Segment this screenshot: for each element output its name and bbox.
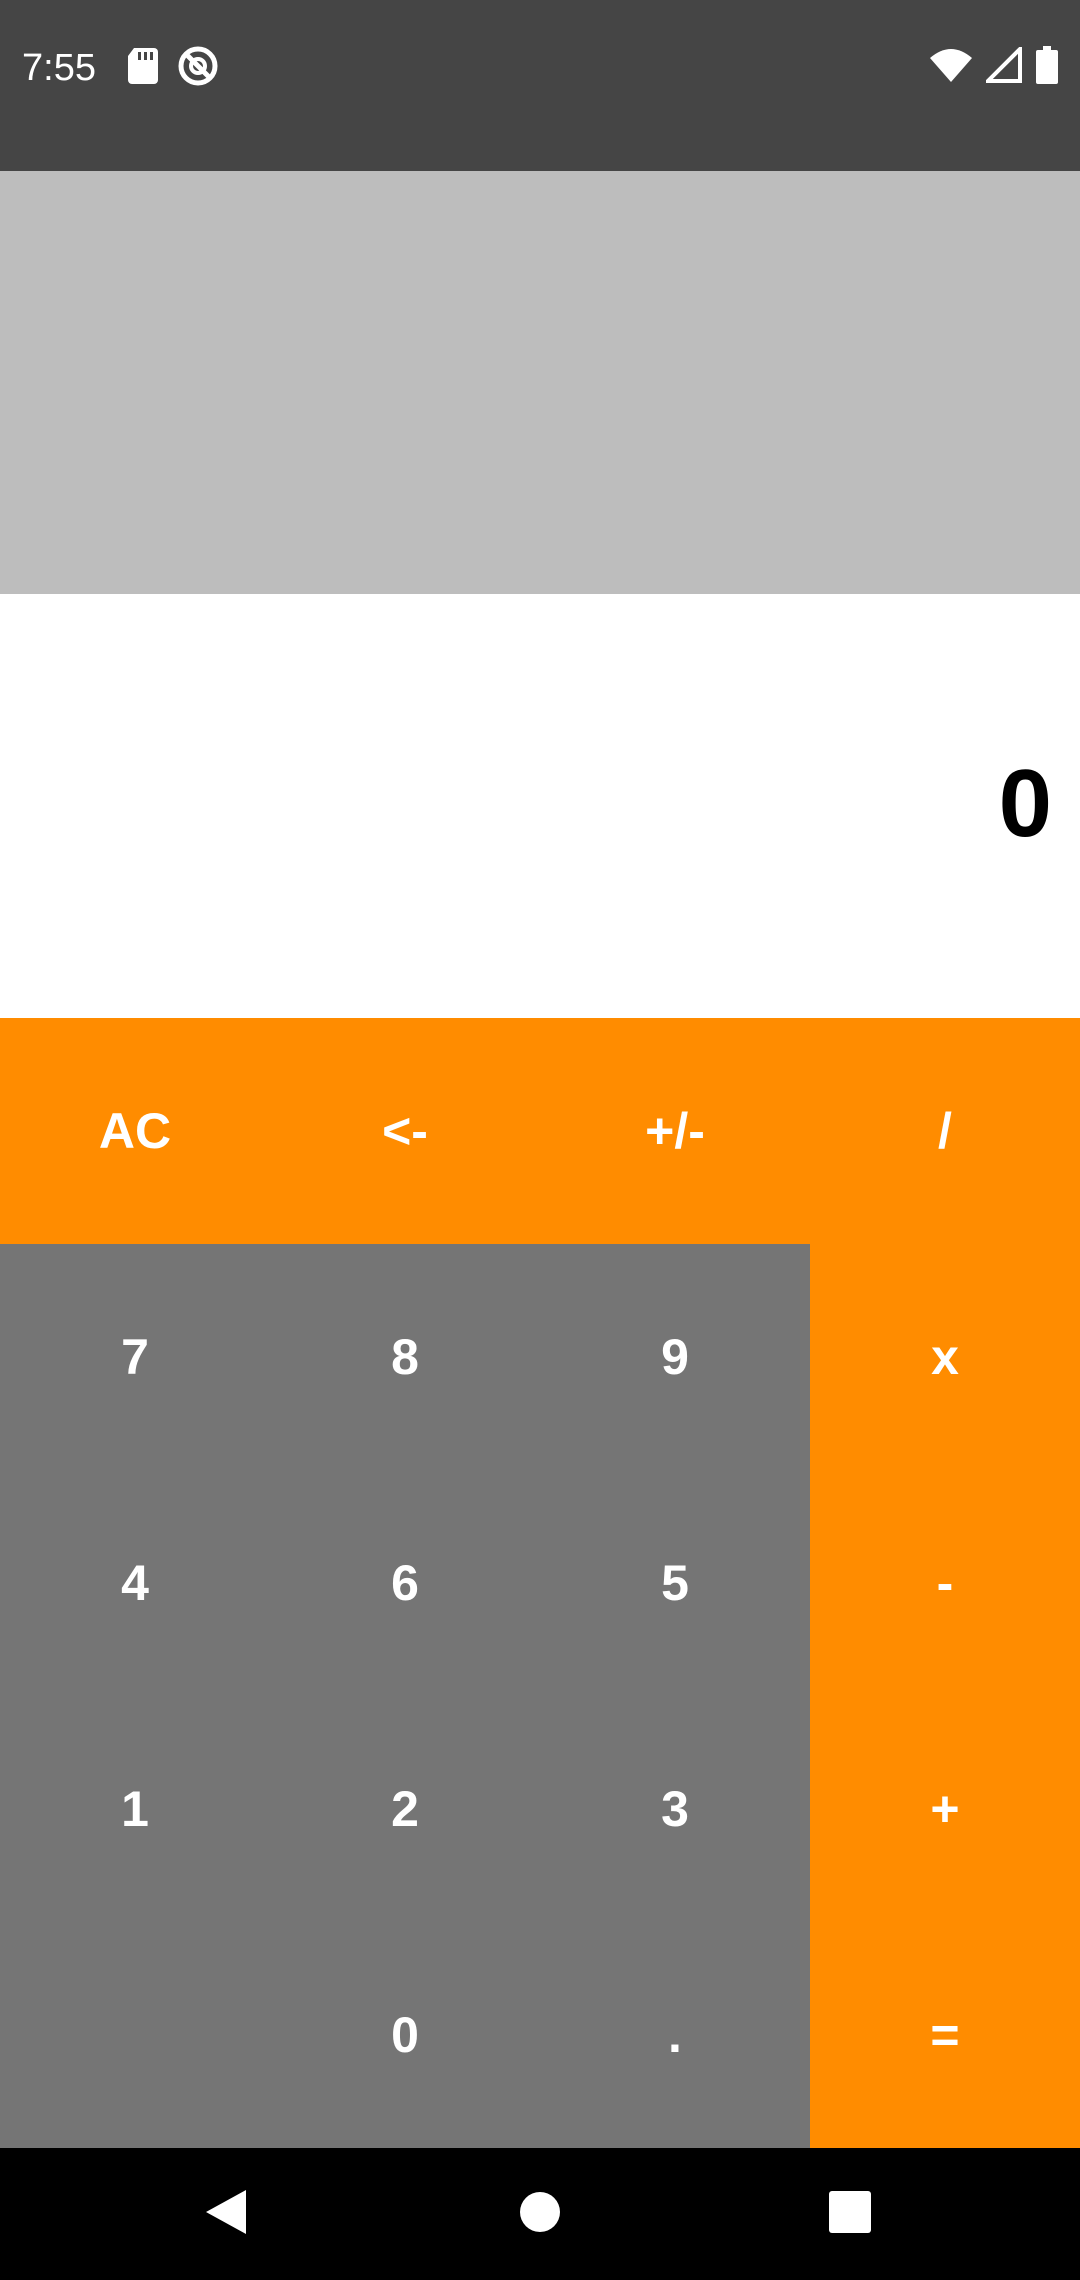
digit-7-button[interactable]: 7	[0, 1244, 270, 1470]
sd-card-icon	[128, 48, 158, 84]
back-icon	[204, 2188, 248, 2241]
result-value: 0	[998, 750, 1052, 857]
clear-button[interactable]: AC	[0, 1018, 270, 1244]
digit-9-button[interactable]: 9	[540, 1244, 810, 1470]
back-button[interactable]	[146, 2148, 306, 2280]
do-not-disturb-icon	[178, 46, 218, 86]
digit-5-button[interactable]: 5	[540, 1470, 810, 1696]
blank-key	[0, 1922, 270, 2148]
digit-8-button[interactable]: 8	[270, 1244, 540, 1470]
decimal-point-button[interactable]: .	[540, 1922, 810, 2148]
minus-button[interactable]: -	[810, 1470, 1080, 1696]
wifi-icon	[930, 48, 972, 82]
home-button[interactable]	[460, 2148, 620, 2280]
status-right-icons	[930, 46, 1058, 84]
digit-6-button[interactable]: 6	[270, 1470, 540, 1696]
home-icon	[518, 2190, 562, 2239]
status-time: 7:55	[22, 47, 96, 89]
digit-1-button[interactable]: 1	[0, 1696, 270, 1922]
digit-2-button[interactable]: 2	[270, 1696, 540, 1922]
calculator-screen: 7:55 0 AC <- +/- / 7 8 9 x 4 6 5 - 1 2 3…	[0, 0, 1080, 2280]
recents-icon	[829, 2190, 871, 2238]
recents-button[interactable]	[770, 2148, 930, 2280]
keypad: AC <- +/- / 7 8 9 x 4 6 5 - 1 2 3 + 0 . …	[0, 1018, 1080, 2148]
sign-toggle-button[interactable]: +/-	[540, 1018, 810, 1244]
backspace-button[interactable]: <-	[270, 1018, 540, 1244]
history-area	[0, 171, 1080, 594]
equals-button[interactable]: =	[810, 1922, 1080, 2148]
navigation-bar	[0, 2148, 1080, 2280]
digit-0-button[interactable]: 0	[270, 1922, 540, 2148]
digit-4-button[interactable]: 4	[0, 1470, 270, 1696]
divide-button[interactable]: /	[810, 1018, 1080, 1244]
status-left-icons	[128, 46, 218, 86]
status-bar: 7:55	[0, 0, 1080, 171]
cell-signal-icon	[986, 47, 1022, 83]
battery-icon	[1036, 46, 1058, 84]
result-area: 0	[0, 594, 1080, 1018]
multiply-button[interactable]: x	[810, 1244, 1080, 1470]
plus-button[interactable]: +	[810, 1696, 1080, 1922]
digit-3-button[interactable]: 3	[540, 1696, 810, 1922]
